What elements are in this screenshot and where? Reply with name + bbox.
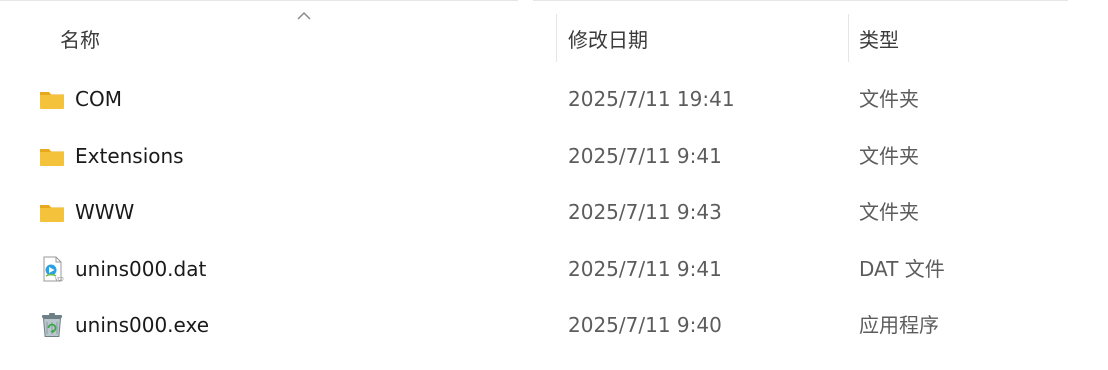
column-header-date-modified[interactable]: 修改日期 <box>568 26 648 54</box>
file-modified-date: 2025/7/11 19:41 <box>568 87 735 111</box>
file-type: DAT 文件 <box>859 256 945 281</box>
column-header-type[interactable]: 类型 <box>859 26 899 54</box>
file-type: 文件夹 <box>859 87 919 111</box>
file-row[interactable]: Extensions 2025/7/11 9:41 文件夹 <box>0 129 1108 186</box>
file-modified-date: 2025/7/11 9:41 <box>568 143 722 168</box>
file-modified-date: 2025/7/11 9:43 <box>568 200 722 224</box>
column-resize-handle[interactable] <box>848 14 849 62</box>
file-name: Extensions <box>75 143 184 168</box>
file-explorer-list: 名称 修改日期 类型 COM 2025/7/11 19:41 文件夹 Exten… <box>0 0 1108 370</box>
file-row[interactable]: VCD unins000.dat 2025/7/11 9:41 DAT 文件 <box>0 242 1108 299</box>
file-modified-date: 2025/7/11 9:40 <box>568 313 722 337</box>
file-name: unins000.dat <box>75 256 207 281</box>
file-type: 应用程序 <box>859 313 939 337</box>
column-header-bar: 名称 修改日期 类型 <box>0 0 1108 72</box>
file-row[interactable]: COM 2025/7/11 19:41 文件夹 <box>0 72 1108 129</box>
file-name: COM <box>75 87 122 111</box>
file-type: 文件夹 <box>859 143 919 168</box>
column-header-name[interactable]: 名称 <box>60 26 100 54</box>
file-modified-date: 2025/7/11 9:41 <box>568 256 722 281</box>
column-resize-handle[interactable] <box>556 14 557 62</box>
svg-text:VCD: VCD <box>55 276 64 281</box>
folder-icon <box>40 205 64 222</box>
file-name: WWW <box>75 200 135 224</box>
file-name: unins000.exe <box>75 313 210 337</box>
media-file-icon: VCD <box>43 256 64 281</box>
file-type: 文件夹 <box>859 200 919 224</box>
folder-icon <box>40 148 64 166</box>
folder-icon <box>40 92 64 109</box>
recycle-bin-icon <box>42 313 62 337</box>
file-row[interactable]: WWW 2025/7/11 9:43 文件夹 <box>0 185 1108 242</box>
sort-ascending-icon <box>297 11 311 20</box>
file-row[interactable]: unins000.exe 2025/7/11 9:40 应用程序 <box>0 298 1108 355</box>
file-list: COM 2025/7/11 19:41 文件夹 Extensions 2025/… <box>0 72 1108 355</box>
